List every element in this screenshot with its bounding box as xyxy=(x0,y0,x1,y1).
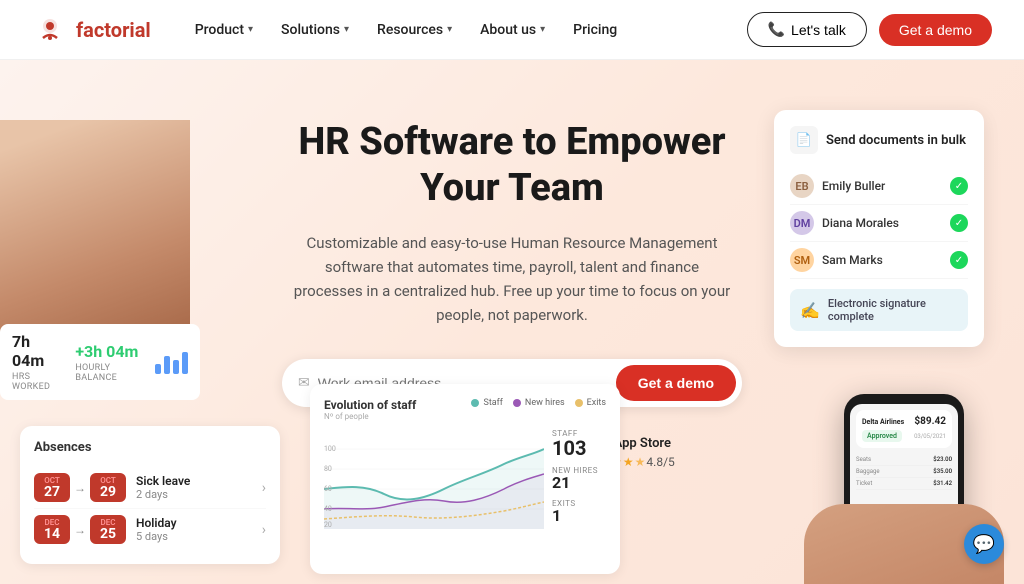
hero-subtitle: Customizable and easy-to-use Human Resou… xyxy=(282,231,742,327)
bar-1 xyxy=(155,364,161,374)
check-icon: ✓ xyxy=(950,177,968,195)
avatar-emily: EB xyxy=(790,174,814,198)
chevron-right-icon: › xyxy=(262,522,266,538)
stat-exits: EXITS 1 xyxy=(552,499,598,524)
phone-row: Baggage $35.00 xyxy=(856,466,952,478)
date-to-oct29: OCT 29 xyxy=(90,473,126,502)
hero-section: 7h 04m HRS WORKED +3h 04m HOURLY BALANCE… xyxy=(0,60,1024,584)
user-row-diana: DM Diana Morales ✓ xyxy=(790,205,968,242)
signature-complete: ✍ Electronic signature complete xyxy=(790,289,968,331)
bar-2 xyxy=(164,356,170,374)
absence-row-sick: OCT 27 → OCT 29 Sick leave 2 days › xyxy=(34,467,266,509)
check-icon: ✓ xyxy=(950,214,968,232)
stat-newhires: NEW HIRES 21 xyxy=(552,466,598,491)
legend-newhires: New hires xyxy=(513,398,565,408)
phone-row: Ticket $31.42 xyxy=(856,478,952,490)
email-icon: ✉ xyxy=(298,375,310,391)
arrow-icon: → xyxy=(74,481,86,495)
chevron-down-icon: ▾ xyxy=(248,24,253,35)
date-to-dec25: DEC 25 xyxy=(90,515,126,544)
hourly-balance: +3h 04m HOURLY BALANCE xyxy=(75,342,139,383)
logo-text: factorial xyxy=(76,18,151,42)
widget-header: 📄 Send documents in bulk xyxy=(790,126,968,154)
absences-widget: Absences OCT 27 → OCT 29 Sick leave 2 da… xyxy=(20,426,280,564)
chat-button[interactable]: 💬 xyxy=(964,524,1004,564)
svg-text:100: 100 xyxy=(324,445,336,453)
left-person-widget: 7h 04m HRS WORKED +3h 04m HOURLY BALANCE xyxy=(0,120,200,400)
navbar: factorial Product ▾ Solutions ▾ Resource… xyxy=(0,0,1024,60)
bar-4 xyxy=(182,352,188,374)
nav-resources[interactable]: Resources ▾ xyxy=(365,16,464,44)
phone-row: Seats $23.00 xyxy=(856,454,952,466)
svg-text:20: 20 xyxy=(324,521,332,529)
chat-icon: 💬 xyxy=(973,534,995,555)
document-icon: 📄 xyxy=(790,126,818,154)
date-from-dec14: DEC 14 xyxy=(34,515,70,544)
absence-row-holiday: DEC 14 → DEC 25 Holiday 5 days › xyxy=(34,509,266,550)
nav-actions: 📞 Let's talk Get a demo xyxy=(747,12,992,47)
legend-exits: Exits xyxy=(575,398,606,408)
arrow-icon: → xyxy=(74,523,86,537)
chevron-right-icon: › xyxy=(262,480,266,496)
avatar-diana: DM xyxy=(790,211,814,235)
hero-title: HR Software to Empower Your Team xyxy=(282,120,742,211)
chart-y-label: Nº of people xyxy=(324,412,416,421)
get-demo-nav-button[interactable]: Get a demo xyxy=(879,14,992,46)
evolution-widget: Evolution of staff Nº of people Staff Ne… xyxy=(310,384,620,574)
logo[interactable]: factorial xyxy=(32,12,151,48)
chevron-down-icon: ▾ xyxy=(344,24,349,35)
signature-icon: ✍ xyxy=(800,301,820,320)
document-widget: 📄 Send documents in bulk EB Emily Buller… xyxy=(774,110,984,347)
check-icon: ✓ xyxy=(950,251,968,269)
nav-links: Product ▾ Solutions ▾ Resources ▾ About … xyxy=(183,16,747,44)
get-demo-button[interactable]: Get a demo xyxy=(616,365,736,401)
nav-solutions[interactable]: Solutions ▾ xyxy=(269,16,361,44)
absences-title: Absences xyxy=(34,440,266,455)
chart-legend: Staff New hires Exits xyxy=(471,398,606,408)
svg-text:60: 60 xyxy=(324,485,332,493)
staff-chart: 100 80 60 40 20 xyxy=(324,429,544,539)
nav-pricing[interactable]: Pricing xyxy=(561,16,629,44)
stat-staff: STAFF 103 xyxy=(552,429,598,458)
chevron-down-icon: ▾ xyxy=(447,24,452,35)
nav-about[interactable]: About us ▾ xyxy=(468,16,557,44)
user-row-emily: EB Emily Buller ✓ xyxy=(790,168,968,205)
phone-widget: Delta Airlines $89.42 Approved 03/05/202… xyxy=(824,394,984,584)
legend-staff: Staff xyxy=(471,398,502,408)
user-row-sam: SM Sam Marks ✓ xyxy=(790,242,968,279)
svg-text:40: 40 xyxy=(324,505,332,513)
nav-product[interactable]: Product ▾ xyxy=(183,16,265,44)
svg-text:80: 80 xyxy=(324,465,332,473)
phone-icon: 📞 xyxy=(768,21,785,38)
chart-title: Evolution of staff xyxy=(324,398,416,412)
avatar-sam: SM xyxy=(790,248,814,272)
hours-worked: 7h 04m HRS WORKED xyxy=(12,332,59,392)
mini-bar-chart xyxy=(155,350,188,374)
lets-talk-button[interactable]: 📞 Let's talk xyxy=(747,12,867,47)
date-from-oct27: OCT 27 xyxy=(34,473,70,502)
hours-badge: 7h 04m HRS WORKED +3h 04m HOURLY BALANCE xyxy=(0,324,200,400)
chevron-down-icon: ▾ xyxy=(540,24,545,35)
bar-3 xyxy=(173,360,179,374)
